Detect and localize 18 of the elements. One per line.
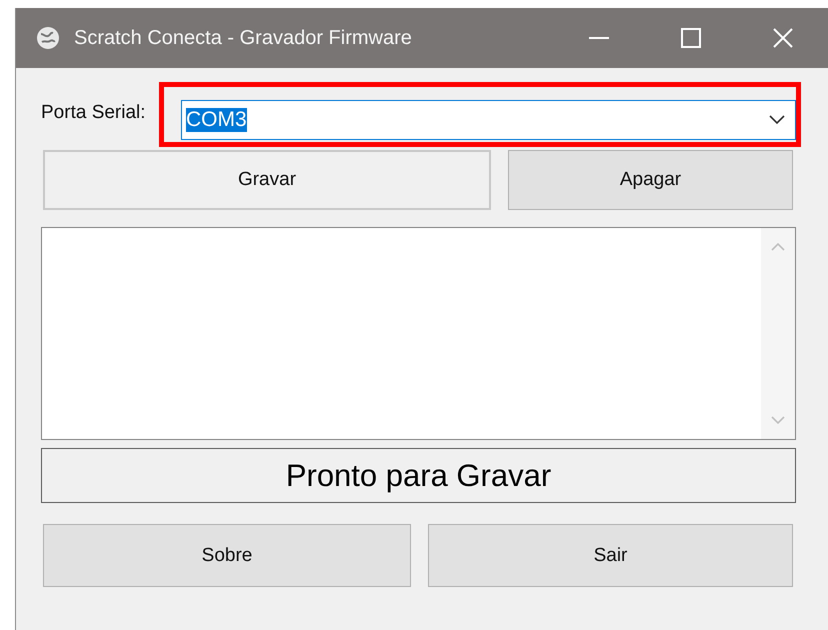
minimize-icon bbox=[588, 37, 610, 39]
chevron-down-icon bbox=[769, 115, 785, 125]
scroll-down-icon[interactable] bbox=[771, 416, 785, 425]
scroll-up-icon[interactable] bbox=[771, 242, 785, 251]
log-area[interactable] bbox=[41, 227, 796, 440]
dropdown-value: COM3 bbox=[186, 108, 247, 132]
action-button[interactable]: Apagar bbox=[508, 150, 793, 210]
footer-button[interactable]: Sair bbox=[428, 524, 793, 587]
globe-icon bbox=[36, 26, 60, 50]
footer-button[interactable]: Sobre bbox=[43, 524, 411, 587]
action-button[interactable]: Gravar bbox=[43, 150, 491, 210]
window-title: Scratch Conecta - Gravador Firmware bbox=[74, 26, 413, 50]
status-label: Pronto para Gravar bbox=[41, 448, 796, 503]
field-label: Porta Serial: bbox=[41, 102, 147, 124]
maximize-icon bbox=[680, 27, 702, 49]
scrollbar[interactable] bbox=[761, 228, 795, 439]
port-dropdown[interactable]: COM3 bbox=[181, 100, 796, 140]
close-icon bbox=[772, 27, 794, 49]
